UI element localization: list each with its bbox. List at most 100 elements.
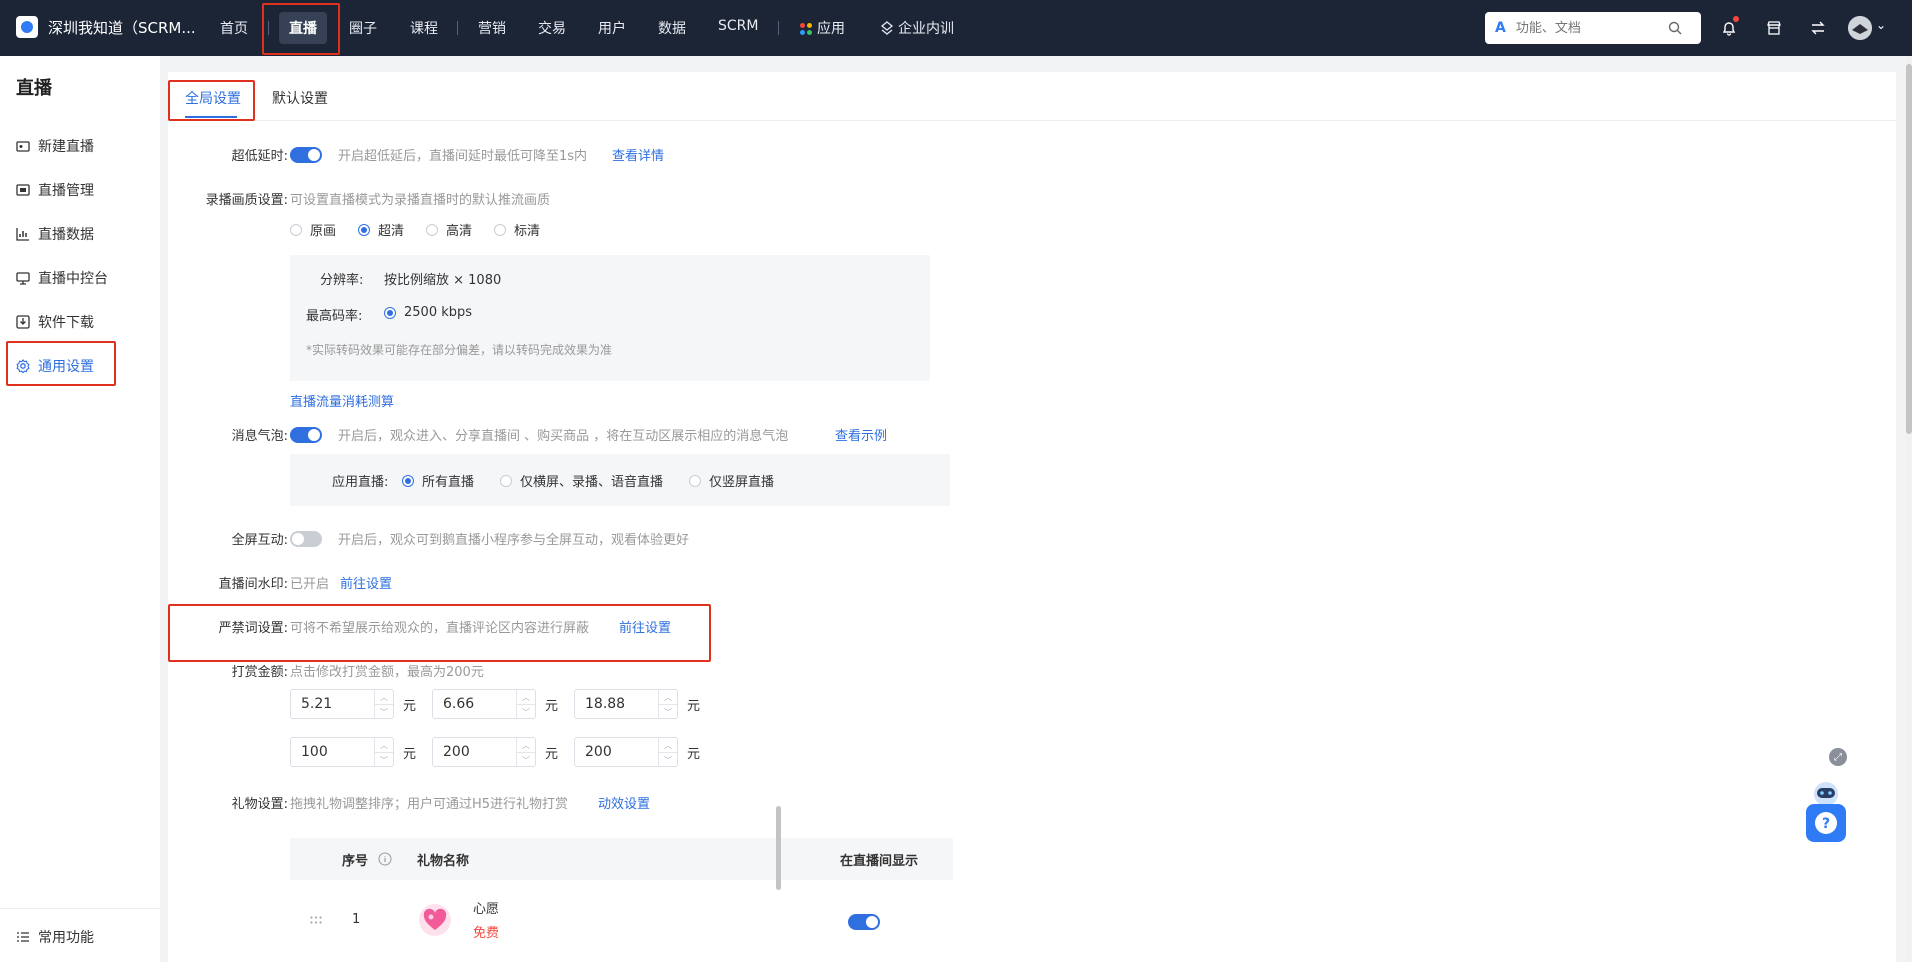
user-avatar[interactable] [1848, 16, 1872, 40]
nav-enterprise-training[interactable]: 企业内训 [880, 18, 954, 38]
apply-option-portrait[interactable]: 仅竖屏直播 [689, 471, 774, 490]
tip-amount-value[interactable]: 200 [443, 744, 470, 760]
decrement-arrow-icon[interactable]: ﹀ [375, 705, 393, 719]
tip-amount-value[interactable]: 18.88 [585, 696, 625, 712]
option-label: 仅竖屏直播 [709, 475, 775, 490]
decrement-arrow-icon[interactable]: ﹀ [517, 705, 535, 719]
table-row[interactable]: 1 心愿 免费 [290, 880, 953, 962]
notification-bell-icon[interactable] [1717, 16, 1741, 40]
decrement-arrow-icon[interactable]: ﹀ [375, 753, 393, 767]
drag-handle-icon[interactable] [310, 916, 322, 924]
sidebar-item-new-live[interactable]: 新建直播 [16, 135, 94, 157]
gift-show-toggle[interactable] [848, 914, 880, 930]
download-icon [16, 315, 30, 329]
tab-global-settings[interactable]: 全局设置 [185, 88, 241, 108]
tab-default-settings[interactable]: 默认设置 [272, 88, 328, 108]
quality-option-ultra-hd[interactable]: 超清 [358, 220, 404, 239]
robot-help-icon: ? [1806, 782, 1846, 842]
shop-name[interactable]: 深圳我知道（SCRM... [48, 17, 196, 38]
decrement-arrow-icon[interactable]: ﹀ [659, 705, 677, 719]
nav-marketing[interactable]: 营销 [478, 18, 506, 38]
quality-option-original[interactable]: 原画 [290, 220, 336, 239]
increment-arrow-icon[interactable]: ︿ [375, 738, 393, 753]
apply-option-landscape[interactable]: 仅横屏、录播、语音直播 [500, 471, 663, 490]
increment-arrow-icon[interactable]: ︿ [659, 690, 677, 705]
nav-enterprise-training-label: 企业内训 [898, 21, 954, 37]
tip-amount-stepper[interactable]: 6.66 ︿ ﹀ [432, 689, 536, 719]
tip-amount-stepper[interactable]: 200 ︿ ﹀ [574, 737, 678, 767]
message-bubble-example-link[interactable]: 查看示例 [835, 425, 887, 444]
tip-amount-value[interactable]: 6.66 [443, 696, 474, 712]
tip-amount-stepper[interactable]: 18.88 ︿ ﹀ [574, 689, 678, 719]
search-icon[interactable] [1668, 21, 1682, 35]
quality-option-hd[interactable]: 高清 [426, 220, 472, 239]
nav-scrm[interactable]: SCRM [718, 18, 758, 34]
apply-option-all[interactable]: 所有直播 [402, 471, 474, 490]
notification-dot [1733, 16, 1739, 22]
option-label: 原画 [310, 224, 337, 239]
increment-arrow-icon[interactable]: ︿ [659, 738, 677, 753]
low-latency-toggle[interactable] [290, 147, 322, 163]
nav-home[interactable]: 首页 [220, 18, 248, 38]
nav-course[interactable]: 课程 [410, 18, 438, 38]
tip-amount-stepper[interactable]: 5.21 ︿ ﹀ [290, 689, 394, 719]
radio-circle-icon [689, 474, 702, 487]
nav-data[interactable]: 数据 [658, 18, 686, 38]
tip-amount-value[interactable]: 200 [585, 744, 612, 760]
watermark-status: 已开启 [290, 577, 330, 592]
banned-words-settings-link[interactable]: 前往设置 [619, 617, 671, 636]
message-bubble-hint: 开启后，观众进入、分享直播间 、购买商品 ，将在互动区展示相应的消息气泡 [338, 429, 789, 444]
tip-amount-stepper[interactable]: 200 ︿ ﹀ [432, 737, 536, 767]
gift-effect-settings-link[interactable]: 动效设置 [598, 793, 650, 812]
table-scrollbar[interactable] [776, 806, 781, 890]
increment-arrow-icon[interactable]: ︿ [375, 690, 393, 705]
tip-unit: 元 [545, 747, 559, 762]
decrement-arrow-icon[interactable]: ﹀ [517, 753, 535, 767]
search-input[interactable] [1513, 19, 1668, 37]
tip-amount-value[interactable]: 100 [301, 744, 328, 760]
watermark-settings-link[interactable]: 前往设置 [340, 573, 392, 592]
shop-logo-icon[interactable] [16, 16, 38, 38]
assistant-robot-button[interactable]: ? [1803, 780, 1849, 844]
nav-trade[interactable]: 交易 [538, 18, 566, 38]
sidebar-item-label: 直播管理 [38, 183, 94, 199]
sidebar-item-control-console[interactable]: 直播中控台 [16, 267, 108, 289]
tip-amount-value[interactable]: 5.21 [301, 696, 332, 712]
sidebar-item-general-settings[interactable]: 通用设置 [16, 355, 94, 377]
nav-users[interactable]: 用户 [598, 18, 626, 38]
page-scrollbar-thumb[interactable] [1906, 64, 1912, 434]
message-bubble-toggle[interactable] [290, 427, 322, 443]
expand-icon[interactable]: ⤢ [1829, 748, 1847, 766]
nav-live[interactable]: 直播 [279, 12, 327, 44]
sidebar-item-live-manage[interactable]: 直播管理 [16, 179, 94, 201]
sidebar-item-live-data[interactable]: 直播数据 [16, 223, 94, 245]
increment-arrow-icon[interactable]: ︿ [517, 738, 535, 753]
radio-circle-icon [500, 474, 513, 487]
store-icon[interactable] [1762, 16, 1786, 40]
chevron-down-icon[interactable]: ⌄ [1876, 18, 1886, 32]
global-search[interactable]: A [1485, 12, 1701, 44]
option-label: 标清 [514, 224, 541, 239]
info-icon[interactable] [378, 852, 392, 866]
sidebar-item-common-functions[interactable]: 常用功能 [16, 926, 94, 948]
nav-apps[interactable]: 应用 [800, 18, 845, 38]
tip-unit: 元 [403, 699, 417, 714]
apply-live-label: 应用直播: [332, 475, 389, 490]
tip-amount-stepper[interactable]: 100 ︿ ﹀ [290, 737, 394, 767]
switch-arrows-icon[interactable] [1806, 16, 1830, 40]
fullscreen-toggle[interactable] [290, 531, 322, 547]
decrement-arrow-icon[interactable]: ﹀ [659, 753, 677, 767]
quality-option-sd[interactable]: 标清 [494, 220, 540, 239]
tip-unit: 元 [403, 747, 417, 762]
bitrate-option[interactable]: 2500 kbps [384, 305, 472, 320]
low-latency-details-link[interactable]: 查看详情 [612, 145, 664, 164]
sidebar-item-software-download[interactable]: 软件下载 [16, 311, 94, 333]
traffic-calc-link[interactable]: 直播流量消耗测算 [290, 391, 394, 410]
increment-arrow-icon[interactable]: ︿ [517, 690, 535, 705]
video-plus-icon [16, 141, 30, 152]
tip-amount-hint: 点击修改打赏金额，最高为200元 [290, 665, 484, 680]
option-label: 仅横屏、录播、语音直播 [520, 475, 664, 490]
live-manage-icon [16, 184, 30, 196]
nav-circle[interactable]: 圈子 [349, 18, 377, 38]
sidebar-item-label: 直播中控台 [38, 271, 108, 287]
